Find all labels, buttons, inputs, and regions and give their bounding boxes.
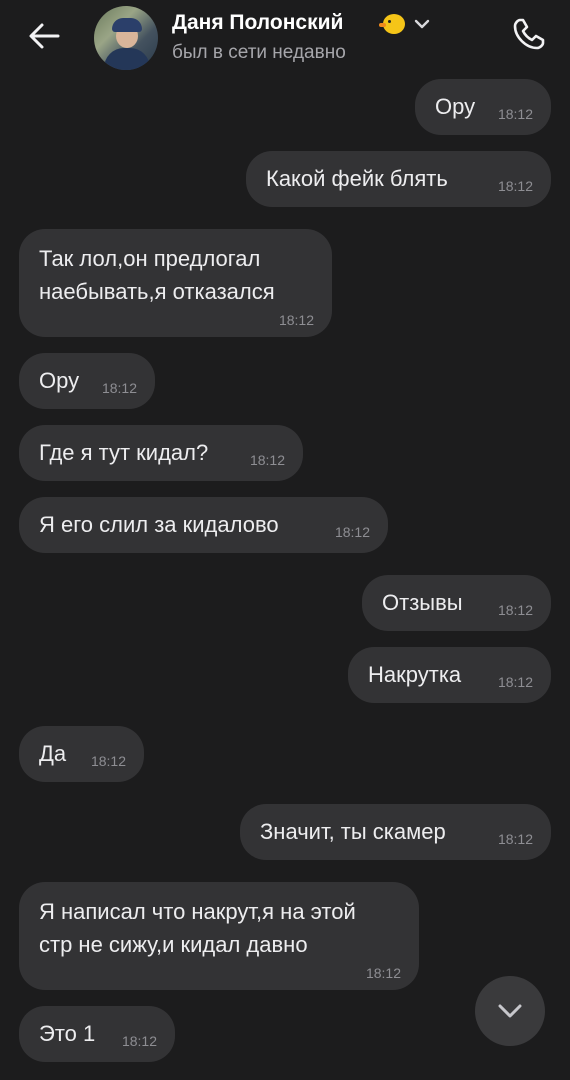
- contact-name[interactable]: Даня Полонский: [172, 11, 343, 35]
- phone-icon: [513, 18, 545, 50]
- message-text: стр не сижу,и кидал давно: [39, 932, 308, 957]
- message-text: Это 1: [39, 1021, 96, 1046]
- message-timestamp: 18:12: [365, 965, 401, 981]
- message-bubble-incoming[interactable]: Это 1 18:12: [19, 1006, 175, 1062]
- message-text: Я написал что накрут,я на этой: [39, 899, 356, 924]
- message-text: Ору: [39, 368, 80, 393]
- arrow-left-icon: [29, 23, 60, 49]
- message-timestamp: 18:12: [497, 178, 533, 194]
- scroll-to-bottom-button[interactable]: [475, 976, 545, 1046]
- message-bubble-outgoing[interactable]: Отзывы 18:12: [362, 575, 551, 631]
- message-timestamp: 18:12: [497, 674, 533, 690]
- message-text: Отзывы: [382, 590, 463, 615]
- message-timestamp: 18:12: [90, 753, 126, 769]
- last-seen-status: был в сети недавно: [172, 42, 346, 63]
- message-bubble-incoming[interactable]: Так лол,он предлогал наебывать,я отказалс…: [19, 229, 332, 337]
- chat-header: Даня Полонский был в сети недавно: [0, 0, 570, 72]
- message-text: Так лол,он предлогал: [39, 246, 261, 271]
- avatar[interactable]: [94, 6, 158, 70]
- message-text: Значит, ты скамер: [260, 819, 446, 844]
- message-bubble-incoming[interactable]: Да 18:12: [19, 726, 144, 782]
- message-timestamp: 18:12: [497, 602, 533, 618]
- message-text: Накрутка: [368, 662, 462, 687]
- message-text: Где я тут кидал?: [39, 440, 209, 465]
- message-bubble-incoming[interactable]: Где я тут кидал? 18:12: [19, 425, 303, 481]
- message-timestamp: 18:12: [334, 524, 370, 540]
- message-text: Я его слил за кидалово: [39, 512, 279, 537]
- message-timestamp: 18:12: [497, 106, 533, 122]
- message-bubble-incoming[interactable]: Я написал что накрут,я на этой стр не сиж…: [19, 882, 419, 990]
- call-button[interactable]: [507, 12, 551, 56]
- chick-emoji-icon: [379, 14, 405, 34]
- message-bubble-outgoing[interactable]: Накрутка 18:12: [348, 647, 551, 703]
- message-bubble-outgoing[interactable]: Значит, ты скамер 18:12: [240, 804, 551, 860]
- message-bubble-outgoing[interactable]: Какой фейк блять 18:12: [246, 151, 551, 207]
- message-timestamp: 18:12: [249, 452, 285, 468]
- message-timestamp: 18:12: [121, 1033, 157, 1049]
- message-bubble-incoming[interactable]: Ору 18:12: [19, 353, 155, 409]
- message-bubble-outgoing[interactable]: Ору 18:12: [415, 79, 551, 135]
- message-timestamp: 18:12: [101, 380, 137, 396]
- chevron-down-icon[interactable]: [413, 17, 431, 31]
- message-timestamp: 18:12: [278, 312, 314, 328]
- message-timestamp: 18:12: [497, 831, 533, 847]
- back-button[interactable]: [24, 16, 64, 56]
- message-text: Ору: [435, 94, 476, 119]
- message-text: Да: [39, 741, 67, 766]
- message-text: наебывать,я отказался: [39, 279, 275, 304]
- message-text: Какой фейк блять: [266, 166, 448, 191]
- message-bubble-incoming[interactable]: Я его слил за кидалово 18:12: [19, 497, 388, 553]
- chevron-down-icon: [498, 1004, 522, 1018]
